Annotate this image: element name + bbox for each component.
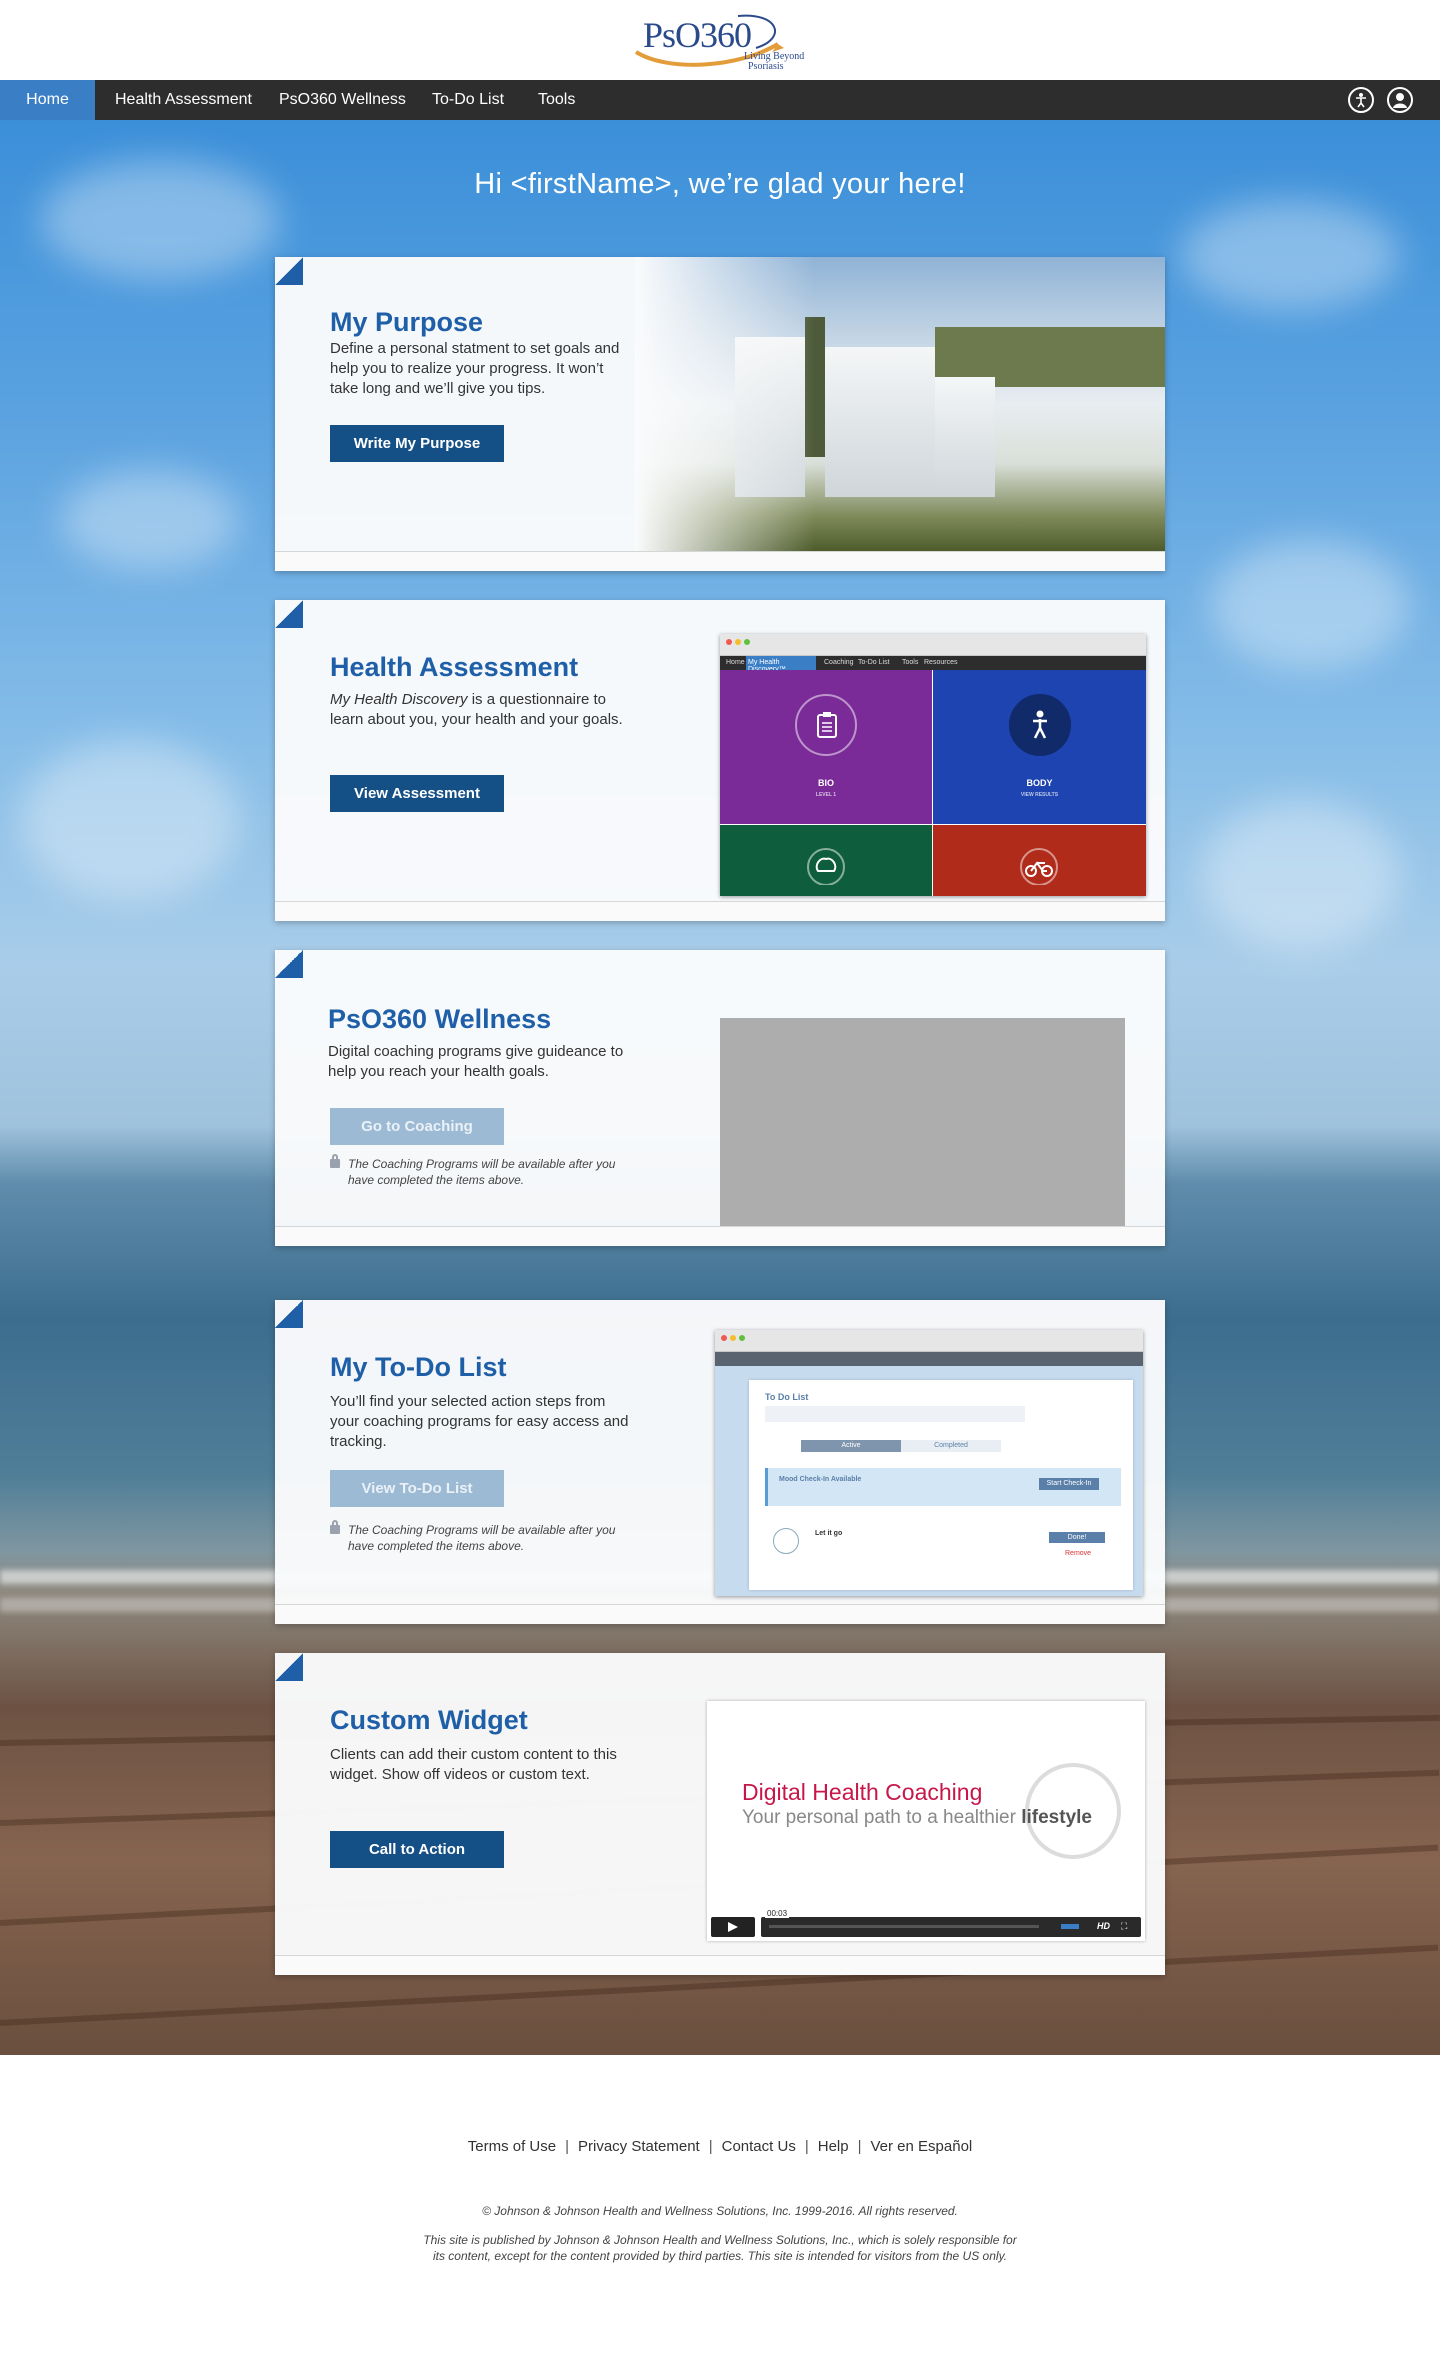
- copyright-text: © Johnson & Johnson Health and Wellness …: [482, 2204, 958, 2218]
- waterfall-image: [635, 257, 1165, 552]
- footer-link-terms[interactable]: Terms of Use: [468, 2138, 556, 2155]
- lock-icon: [330, 1154, 340, 1168]
- footer-links: Terms of Use | Privacy Statement | Contact U…: [467, 2138, 973, 2155]
- card-title: Custom Widget: [330, 1705, 528, 1735]
- card-footer: [275, 1955, 1165, 1975]
- footer-link-spanish[interactable]: Ver en Español: [871, 2138, 973, 2155]
- card-health-assessment: Health Assessment My Health Discovery is…: [275, 600, 1165, 921]
- card-my-purpose: My Purpose Define a personal statment to…: [275, 257, 1165, 571]
- nav-item-todo-list[interactable]: To-Do List: [418, 80, 518, 120]
- call-to-action-button[interactable]: Call to Action: [330, 1831, 504, 1868]
- hd-toggle[interactable]: HD: [1097, 1921, 1110, 1931]
- tile-body: BODY VIEW RESULTS: [933, 670, 1146, 824]
- person-icon: [1033, 710, 1047, 739]
- tile-bio: BIO LEVEL 1: [720, 670, 932, 824]
- video-time: 00:03: [765, 1909, 790, 1918]
- clipboard-icon: [817, 712, 837, 738]
- lock-icon: [330, 1520, 340, 1534]
- video-seek-bar[interactable]: 00:03 HD ⛶: [761, 1909, 1141, 1937]
- card-description: My Health Discovery is a questionnaire t…: [330, 690, 630, 730]
- footer-link-contact[interactable]: Contact Us: [722, 2138, 796, 2155]
- todo-list-preview: To Do List Active Completed Mood Check-I…: [715, 1330, 1143, 1596]
- todo-preview-panel: To Do List Active Completed Mood Check-I…: [749, 1380, 1133, 1590]
- logo-text: PsO360: [643, 15, 752, 55]
- nav-item-home[interactable]: Home: [0, 80, 95, 120]
- greeting-heading: Hi <firstName>, we’re glad your here!: [474, 168, 966, 200]
- card-title: PsO360 Wellness: [328, 1004, 552, 1034]
- header: PsO360 Living Beyond Psoriasis: [0, 0, 1440, 80]
- card-custom-widget: Custom Widget Clients can add their cust…: [275, 1653, 1165, 1975]
- browser-bar: [720, 634, 1146, 656]
- card-title: My To-Do List: [330, 1352, 507, 1382]
- video-subtitle: Your personal path to a healthier lifest…: [742, 1807, 1092, 1828]
- main-nav: Home Health Assessment PsO360 Wellness T…: [0, 80, 1440, 120]
- tile-mind: [720, 825, 932, 896]
- disclaimer-text: This site is published by Johnson & John…: [423, 2233, 1017, 2263]
- locked-note: The Coaching Programs will be available …: [330, 1154, 630, 1188]
- card-footer: [275, 551, 1165, 571]
- go-to-coaching-button[interactable]: Go to Coaching: [330, 1108, 504, 1145]
- card-title: My Purpose: [330, 307, 484, 337]
- nav-item-health-assessment[interactable]: Health Assessment: [101, 80, 266, 120]
- browser-bar: [715, 1330, 1143, 1352]
- volume-icon[interactable]: [1061, 1924, 1079, 1929]
- fullscreen-icon[interactable]: ⛶: [1121, 1921, 1127, 1932]
- card-pso360-wellness: PsO360 Wellness Digital coaching program…: [275, 950, 1165, 1246]
- card-footer: [275, 901, 1165, 921]
- preview-nav: Home My Health Discovery™ Coaching To-Do…: [720, 656, 1146, 673]
- card-footer: [275, 1604, 1165, 1624]
- play-button[interactable]: [711, 1917, 755, 1937]
- health-assessment-preview: Home My Health Discovery™ Coaching To-Do…: [720, 634, 1146, 896]
- card-title: Health Assessment: [330, 652, 579, 682]
- wellness-placeholder-image: [720, 1018, 1125, 1246]
- brain-icon: [807, 848, 845, 885]
- video-player[interactable]: Digital Health Coaching Your personal pa…: [707, 1701, 1145, 1941]
- card-corner-marker: [275, 1653, 303, 1681]
- card-corner-marker: [275, 950, 303, 978]
- card-corner-marker: [275, 257, 303, 285]
- card-corner-marker: [275, 1300, 303, 1328]
- card-description: Clients can add their custom content to …: [330, 1746, 617, 1783]
- write-my-purpose-button[interactable]: Write My Purpose: [330, 425, 504, 462]
- nav-item-pso360-wellness[interactable]: PsO360 Wellness: [265, 80, 420, 120]
- nav-item-tools[interactable]: Tools: [524, 80, 589, 120]
- accessibility-icon[interactable]: [1348, 87, 1374, 113]
- tile-activity: [933, 825, 1146, 896]
- card-description: Define a personal statment to set goals …: [330, 340, 620, 397]
- card-description: Digital coaching programs give guideance…: [328, 1043, 624, 1080]
- locked-note-text: The Coaching Programs will be available …: [348, 1523, 616, 1553]
- view-todo-list-button[interactable]: View To-Do List: [330, 1470, 504, 1507]
- desc-emphasis: My Health Discovery: [330, 691, 468, 708]
- bicycle-icon: [1020, 848, 1058, 885]
- view-assessment-button[interactable]: View Assessment: [330, 775, 504, 812]
- card-description: You’ll find your selected action steps f…: [330, 1393, 629, 1450]
- locked-note-text: The Coaching Programs will be available …: [348, 1157, 616, 1187]
- logo-tagline: Living Beyond Psoriasis: [744, 52, 804, 72]
- card-my-todo-list: My To-Do List You’ll find your selected …: [275, 1300, 1165, 1624]
- pso360-logo[interactable]: PsO360 Living Beyond Psoriasis: [628, 8, 814, 76]
- video-title: Digital Health Coaching: [742, 1779, 983, 1805]
- user-profile-icon[interactable]: [1387, 87, 1413, 113]
- video-controls: 00:03 HD ⛶: [711, 1909, 1141, 1937]
- card-footer: [275, 1226, 1165, 1246]
- logo-tagline-line2: Psoriasis: [748, 61, 784, 72]
- footer-link-help[interactable]: Help: [818, 2138, 849, 2155]
- footer-link-privacy[interactable]: Privacy Statement: [578, 2138, 700, 2155]
- locked-note: The Coaching Programs will be available …: [330, 1520, 630, 1554]
- card-corner-marker: [275, 600, 303, 628]
- preview-nav: [715, 1352, 1143, 1366]
